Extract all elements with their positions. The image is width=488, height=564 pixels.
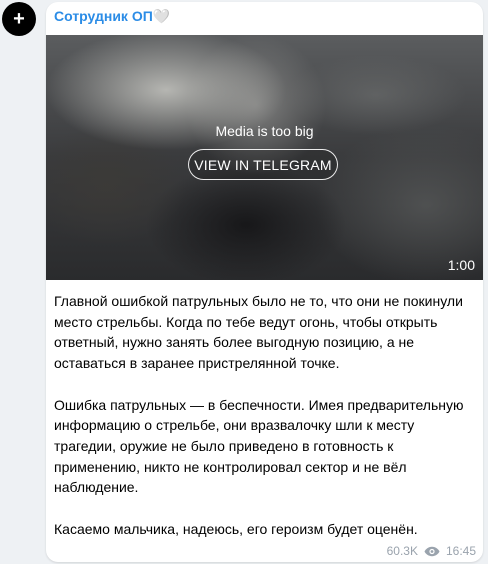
paragraph-2: Ошибка патрульных — в беспечности. Имея … xyxy=(54,396,464,496)
video-duration: 1:00 xyxy=(447,257,475,273)
plus-icon: + xyxy=(13,8,25,30)
paragraph-3: Касаемо мальчика, надеюсь, его героизм б… xyxy=(54,520,418,537)
view-in-telegram-button[interactable]: VIEW IN TELEGRAM xyxy=(188,149,338,180)
message-bubble: Сотрудник ОП🤍 Media is too big VIEW IN T… xyxy=(46,2,483,562)
paragraph-1: Главной ошибкой патрульных было не то, ч… xyxy=(54,293,463,372)
message-time: 16:45 xyxy=(445,544,476,558)
channel-avatar[interactable]: + xyxy=(2,2,36,36)
author-name[interactable]: Сотрудник ОП🤍 xyxy=(54,8,170,25)
message-text: Главной ошибкой патрульных было не то, ч… xyxy=(54,291,478,539)
media-too-big-notice: Media is too big xyxy=(215,123,314,139)
message-meta: 60.3K 16:45 xyxy=(387,544,476,558)
view-count: 60.3K xyxy=(386,544,418,558)
video-preview[interactable]: Media is too big VIEW IN TELEGRAM 1:00 xyxy=(46,35,483,280)
eye-icon xyxy=(424,546,440,557)
